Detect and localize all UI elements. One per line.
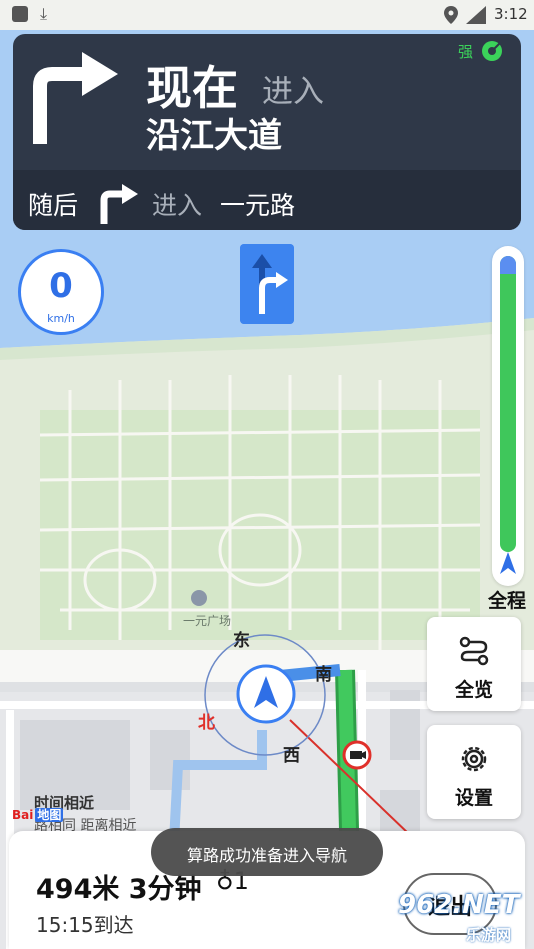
next-maneuver-label: 随后 — [28, 191, 79, 220]
poi-label[interactable]: 一元广场 — [183, 612, 231, 629]
toast-message: 算路成功准备进入导航 — [151, 828, 383, 876]
status-bar: ⤓ 3:12 — [0, 0, 534, 30]
download-icon: ⤓ — [40, 4, 48, 23]
progress-car-icon — [500, 552, 516, 574]
turn-right-arrow-icon — [33, 52, 118, 144]
next-turn-right-icon — [100, 184, 138, 224]
app-notification-icon — [12, 6, 28, 22]
maneuver-road: 沿江大道 — [146, 116, 282, 156]
location-pin-icon — [444, 6, 458, 24]
cell-signal-icon — [466, 6, 486, 24]
speed-unit: km/h — [47, 312, 75, 325]
arrival-time: 15:15到达 — [36, 913, 134, 937]
route-progress-bar[interactable] — [492, 246, 524, 586]
watermark-logo: 962.NET — [398, 890, 520, 920]
status-time: 3:12 — [494, 5, 528, 23]
next-maneuver-enter: 进入 — [152, 191, 203, 220]
compass-north: 北 — [198, 713, 215, 733]
compass-west: 西 — [283, 746, 300, 766]
speed-value: 0 — [49, 266, 73, 306]
gear-icon — [461, 746, 487, 772]
watermark-subtitle: 乐游网 — [466, 926, 512, 944]
speedometer: 0 km/h — [18, 249, 104, 335]
settings-label: 设置 — [454, 787, 493, 809]
settings-button[interactable]: 设置 — [427, 725, 521, 819]
car-arrow-icon — [236, 664, 296, 724]
progress-done — [500, 256, 516, 274]
overview-label: 全览 — [454, 679, 493, 701]
compass-south: 南 — [315, 665, 332, 685]
map-provider-logo: Bai 地图 — [12, 806, 64, 823]
next-maneuver-road: 一元路 — [220, 191, 296, 220]
full-route-label[interactable]: 全程 — [488, 586, 526, 613]
camera-icon — [342, 740, 372, 770]
toast-text: 算路成功准备进入导航 — [186, 846, 347, 865]
logo-text: Bai — [12, 808, 34, 822]
logo-badge: 地图 — [35, 808, 64, 822]
progress-track — [500, 256, 516, 552]
gps-signal-label: 强 — [458, 43, 474, 61]
overview-button[interactable]: 全览 — [427, 617, 521, 711]
lane-arrow-icon — [240, 244, 294, 324]
compass-east: 东 — [233, 631, 250, 651]
route-icon — [459, 636, 489, 666]
maneuver-enter: 进入 — [262, 74, 324, 110]
signal-icon — [482, 40, 503, 61]
